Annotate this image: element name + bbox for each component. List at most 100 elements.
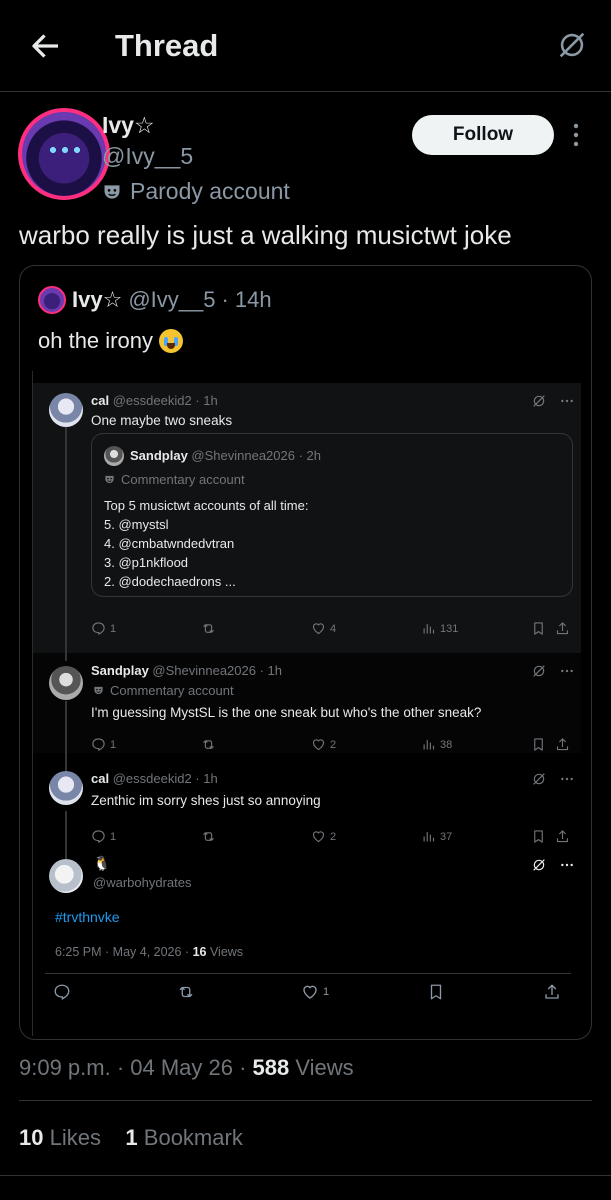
main-views-label: Views bbox=[206, 945, 244, 959]
likes-label: Likes bbox=[43, 1125, 101, 1150]
quoted-time: · 14h bbox=[221, 287, 272, 312]
main-handle: @warbohydrates bbox=[93, 875, 191, 890]
repost-icon bbox=[201, 829, 216, 844]
post-views-count: 588 bbox=[252, 1055, 290, 1080]
main-timestamp: 6:25 PM · May 4, 2026 · 16 Views bbox=[55, 945, 243, 959]
repost-action bbox=[201, 737, 216, 752]
reply-action: 1 bbox=[91, 621, 116, 636]
reply-action bbox=[53, 983, 71, 1001]
bookmark-action bbox=[531, 829, 546, 844]
reply-text: One maybe two sneaks bbox=[91, 413, 233, 428]
inner-line: 4. @cmbatwndedvtran bbox=[104, 536, 235, 551]
like-icon bbox=[311, 829, 326, 844]
hashtag-link: #trvthnvke bbox=[55, 909, 120, 925]
inner-quoted-tweet: Sandplay @Shevinnea2026 · 2h Commentary … bbox=[91, 433, 573, 597]
likes-count: 10 bbox=[19, 1125, 44, 1150]
share-icon bbox=[555, 621, 570, 636]
reply-time: · 1h bbox=[195, 771, 218, 786]
reply-time: · 1h bbox=[195, 393, 218, 408]
avatar bbox=[18, 108, 110, 200]
grok-icon bbox=[531, 393, 547, 409]
bookmarks-stat[interactable]: 1 Bookmark bbox=[125, 1125, 242, 1150]
commentary-mask-icon bbox=[93, 685, 104, 696]
thread-line bbox=[65, 701, 67, 773]
inner-line: Top 5 musictwt accounts of all time: bbox=[104, 498, 309, 513]
quoted-display-name: Ivy☆ bbox=[72, 287, 123, 312]
author-handle[interactable]: @Ivy__5 bbox=[102, 143, 290, 170]
views-action: 37 bbox=[421, 829, 452, 844]
more-options-icon[interactable] bbox=[570, 122, 582, 148]
avatar bbox=[49, 393, 83, 427]
share-icon bbox=[543, 983, 561, 1001]
author-display-name[interactable]: Ivy☆ bbox=[102, 112, 290, 139]
parody-mask-icon bbox=[102, 182, 122, 202]
reply-name: cal bbox=[91, 393, 110, 408]
inner-text: Top 5 musictwt accounts of all time: 5. … bbox=[104, 496, 308, 591]
main-name: 🐧 bbox=[93, 855, 111, 871]
share-action bbox=[555, 737, 570, 752]
tweet-text: warbo really is just a walking musictwt … bbox=[19, 220, 512, 250]
bookmark-action bbox=[531, 737, 546, 752]
reply-actions: 1 2 38 bbox=[91, 737, 571, 755]
more-icon bbox=[559, 393, 575, 409]
commentary-label: Commentary account bbox=[104, 472, 245, 487]
reply-header: cal @essdeekid2 · 1h bbox=[91, 393, 218, 408]
share-action bbox=[555, 621, 570, 636]
inner-line: 5. @mystsl bbox=[104, 517, 169, 532]
like-action: 2 bbox=[311, 737, 336, 752]
quoted-handle: @Ivy__5 bbox=[128, 287, 216, 312]
reply-top-icons bbox=[531, 393, 575, 409]
attached-screenshot[interactable]: cal @essdeekid2 · 1h One maybe two sneak… bbox=[32, 371, 581, 1036]
repost-action bbox=[177, 983, 195, 1001]
main-views-count: 16 bbox=[192, 945, 207, 959]
like-icon bbox=[311, 737, 326, 752]
likes-stat[interactable]: 10 Likes bbox=[19, 1125, 101, 1150]
reply-count: 1 bbox=[110, 830, 117, 843]
parody-label: Parody account bbox=[102, 178, 290, 205]
reply-top-icons bbox=[531, 771, 575, 787]
views-icon bbox=[421, 737, 436, 752]
bookmark-action bbox=[427, 983, 445, 1001]
main-handle-text: @warbohydrates bbox=[93, 875, 192, 890]
avatar bbox=[104, 446, 124, 466]
like-count: 2 bbox=[330, 830, 337, 843]
more-icon bbox=[559, 857, 575, 873]
reply-actions: 1 2 37 bbox=[91, 829, 571, 847]
repost-action bbox=[201, 829, 216, 844]
more-icon bbox=[559, 771, 575, 787]
thread-line bbox=[65, 423, 67, 661]
grok-icon bbox=[531, 663, 547, 679]
reply-text: I'm guessing MystSL is the one sneak but… bbox=[91, 705, 482, 720]
reply-icon bbox=[91, 621, 106, 636]
commentary-label: Commentary account bbox=[93, 683, 234, 698]
bookmarks-label: Bookmark bbox=[137, 1125, 243, 1150]
like-action: 1 bbox=[301, 983, 329, 1001]
reply-text: Zenthic im sorry shes just so annoying bbox=[91, 793, 321, 808]
reply-top-icons bbox=[531, 663, 575, 679]
repost-icon bbox=[201, 621, 216, 636]
grok-icon[interactable] bbox=[555, 28, 589, 62]
avatar bbox=[49, 771, 83, 805]
quoted-tweet-header: Ivy☆ @Ivy__5 · 14h bbox=[38, 286, 272, 314]
share-action bbox=[555, 829, 570, 844]
more-icon bbox=[559, 663, 575, 679]
repost-action bbox=[201, 621, 216, 636]
grok-icon bbox=[531, 857, 547, 873]
main-timestamp-text: 6:25 PM · May 4, 2026 · bbox=[55, 945, 193, 959]
reply-name: cal bbox=[91, 771, 110, 786]
author-avatar[interactable] bbox=[18, 108, 110, 200]
reply-icon bbox=[91, 829, 106, 844]
like-count: 4 bbox=[330, 622, 337, 635]
inner-handle: @Shevinnea2026 bbox=[191, 448, 295, 463]
bookmark-action bbox=[531, 621, 546, 636]
reply-actions: 1 4 131 bbox=[91, 621, 571, 639]
inner-header: Sandplay @Shevinnea2026 · 2h bbox=[130, 448, 321, 463]
like-action: 2 bbox=[311, 829, 336, 844]
like-action: 4 bbox=[311, 621, 336, 636]
quoted-tweet[interactable]: Ivy☆ @Ivy__5 · 14h oh the irony cal @ess… bbox=[19, 265, 592, 1040]
back-arrow-icon[interactable] bbox=[28, 28, 64, 64]
views-count: 37 bbox=[440, 830, 453, 843]
follow-button[interactable]: Follow bbox=[412, 115, 554, 155]
inner-name: Sandplay bbox=[130, 448, 188, 463]
reply-header: cal @essdeekid2 · 1h bbox=[91, 771, 218, 786]
